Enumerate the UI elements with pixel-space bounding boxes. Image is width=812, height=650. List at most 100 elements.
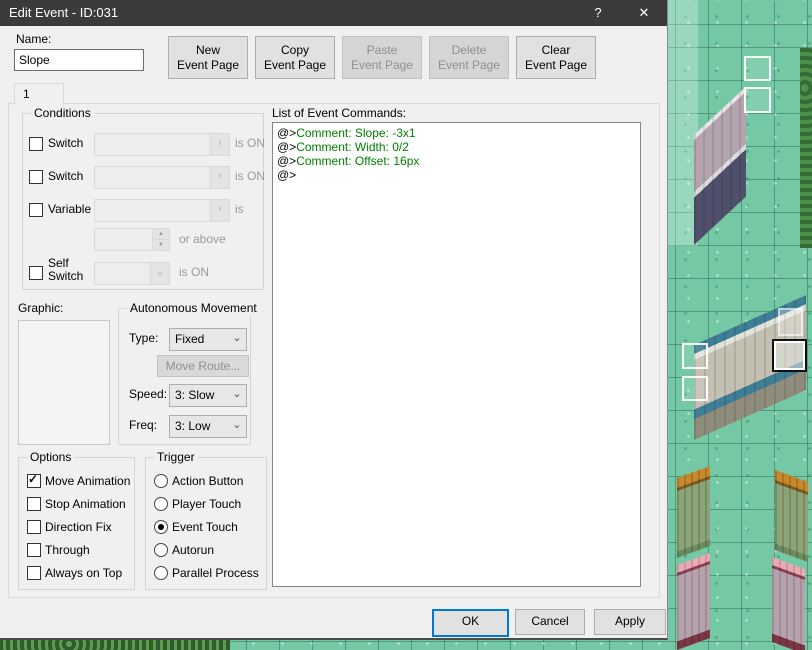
command-line[interactable]: @> <box>273 168 640 182</box>
chevron-down-icon: ⌄ <box>150 263 169 284</box>
option-through-label: Through <box>45 543 90 557</box>
trigger-event-touch-label: Event Touch <box>172 520 238 534</box>
command-text: Comment: Width: 0/2 <box>296 140 409 154</box>
combo-value: Fixed <box>175 332 205 346</box>
movement-group-title: Autonomous Movement <box>127 301 260 315</box>
delete-event-page-button: Delete Event Page <box>429 36 509 79</box>
movement-freq-label: Freq: <box>129 418 158 432</box>
chevron-right-icon: › <box>210 167 229 188</box>
movement-type-select[interactable]: Fixed ⌄ <box>169 328 247 351</box>
condition-switch2-suffix: is ON <box>235 169 265 183</box>
copy-event-page-button[interactable]: Copy Event Page <box>255 36 335 79</box>
title-bar: Edit Event - ID:031 ? ✕ <box>0 0 667 26</box>
condition-variable-suffix: is <box>235 202 244 216</box>
command-prefix: @> <box>277 168 297 182</box>
name-input[interactable] <box>14 49 144 71</box>
option-direction-fix-label: Direction Fix <box>45 520 112 534</box>
command-prefix: @> <box>277 140 297 154</box>
window-title: Edit Event - ID:031 <box>9 5 119 20</box>
combo-value: 3: Slow <box>175 388 215 402</box>
trigger-action-button-label: Action Button <box>172 474 244 488</box>
condition-variable-checkbox[interactable] <box>29 203 43 217</box>
spinner-down-icon: ▼ <box>152 240 169 250</box>
movement-freq-select[interactable]: 3: Low ⌄ <box>169 415 247 438</box>
options-group-title: Options <box>27 450 75 464</box>
command-prefix: @> <box>277 154 297 168</box>
option-move-animation-checkbox[interactable]: ✓ <box>27 472 41 488</box>
movement-type-label: Type: <box>129 331 159 345</box>
command-line[interactable]: @>Comment: Width: 0/2 <box>273 140 640 154</box>
option-direction-fix-checkbox[interactable] <box>27 520 41 534</box>
map-event-cell <box>778 308 803 336</box>
condition-value-suffix: or above <box>179 232 226 246</box>
tab-page-1[interactable]: 1 <box>14 83 64 105</box>
map-selected-event-cell <box>772 339 807 372</box>
name-label: Name: <box>16 32 52 46</box>
chevron-down-icon: ⌄ <box>232 388 242 400</box>
event-commands-list[interactable]: @>Comment: Slope: -3x1 @>Comment: Width:… <box>272 122 641 587</box>
ok-button[interactable]: OK <box>432 609 509 637</box>
map-slope-green-right <box>775 470 808 563</box>
graphic-preview[interactable] <box>18 320 110 445</box>
condition-self-switch-select: ⌄ <box>94 262 170 285</box>
map-event-cell <box>682 376 708 401</box>
chevron-right-icon: › <box>210 134 229 155</box>
conditions-group-title: Conditions <box>31 106 94 120</box>
map-trees-right <box>800 48 812 248</box>
command-line[interactable]: @>Comment: Offset: 16px <box>273 154 640 168</box>
spinner-up-icon: ▲ <box>152 229 169 240</box>
condition-self-switch-checkbox[interactable] <box>29 266 43 280</box>
clear-event-page-button[interactable]: Clear Event Page <box>516 36 596 79</box>
map-slope-pink-right <box>772 557 805 650</box>
close-button[interactable]: ✕ <box>623 0 665 26</box>
condition-switch1-suffix: is ON <box>235 136 265 150</box>
check-icon: ✓ <box>28 472 39 486</box>
command-text: Comment: Slope: -3x1 <box>296 126 416 140</box>
chevron-down-icon: ⌄ <box>232 332 242 344</box>
chevron-right-icon: › <box>210 200 229 221</box>
option-always-on-top-checkbox[interactable] <box>27 566 41 580</box>
commands-label: List of Event Commands: <box>272 106 407 120</box>
trigger-parallel-process-radio[interactable] <box>154 566 168 580</box>
new-event-page-button[interactable]: New Event Page <box>168 36 248 79</box>
map-light-path <box>664 0 698 246</box>
apply-button[interactable]: Apply <box>594 609 666 635</box>
movement-speed-select[interactable]: 3: Slow ⌄ <box>169 384 247 407</box>
map-event-cell <box>682 343 708 369</box>
map-trees-bottom <box>0 640 230 650</box>
help-button[interactable]: ? <box>577 0 619 26</box>
chevron-down-icon: ⌄ <box>232 419 242 431</box>
condition-switch2-checkbox[interactable] <box>29 170 43 184</box>
trigger-autorun-label: Autorun <box>172 543 215 557</box>
condition-variable-selector: › <box>94 199 230 222</box>
option-move-animation-label: Move Animation <box>45 474 131 488</box>
map-slope-pink-left <box>677 552 710 650</box>
condition-variable-label: Variable <box>48 202 92 216</box>
combo-value: 3: Low <box>175 419 211 433</box>
option-stop-animation-checkbox[interactable] <box>27 497 41 511</box>
conditions-group: Conditions Switch › is ON Switch › is ON… <box>22 106 265 290</box>
trigger-autorun-radio[interactable] <box>154 543 168 557</box>
condition-self-switch-suffix: is ON <box>179 265 209 279</box>
trigger-player-touch-label: Player Touch <box>172 497 242 511</box>
map-slope-green-left <box>677 465 710 558</box>
close-icon: ✕ <box>638 5 650 20</box>
condition-self-switch-label: Self Switch <box>48 256 84 283</box>
help-icon: ? <box>594 5 602 20</box>
trigger-action-button-radio[interactable] <box>154 474 168 488</box>
options-group: Options ✓ Move Animation Stop Animation … <box>18 450 135 590</box>
condition-switch2-label: Switch <box>48 169 84 183</box>
edit-event-dialog: Edit Event - ID:031 ? ✕ Name: New Event … <box>0 0 668 640</box>
condition-switch1-checkbox[interactable] <box>29 137 43 151</box>
screen: Edit Event - ID:031 ? ✕ Name: New Event … <box>0 0 812 650</box>
condition-switch1-label: Switch <box>48 136 84 150</box>
command-prefix: @> <box>277 126 297 140</box>
graphic-label: Graphic: <box>18 301 64 315</box>
trigger-player-touch-radio[interactable] <box>154 497 168 511</box>
option-stop-animation-label: Stop Animation <box>45 497 126 511</box>
command-line[interactable]: @>Comment: Slope: -3x1 <box>273 126 640 140</box>
cancel-button[interactable]: Cancel <box>515 609 585 635</box>
option-through-checkbox[interactable] <box>27 543 41 557</box>
trigger-event-touch-radio[interactable] <box>154 520 168 534</box>
map-event-cell <box>744 87 771 113</box>
